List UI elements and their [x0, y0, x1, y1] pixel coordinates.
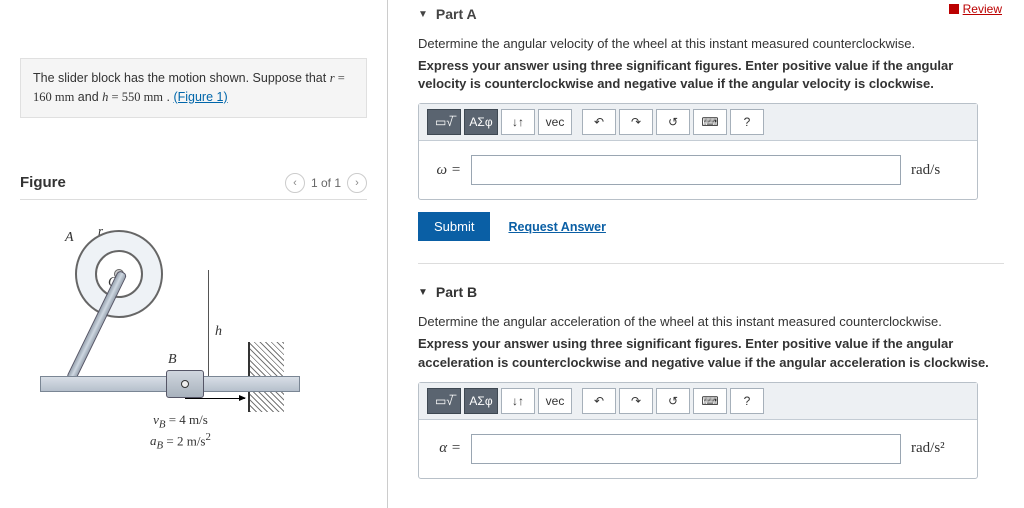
and-text: and: [74, 90, 102, 104]
dimension-h-line: [208, 270, 209, 378]
redo-button[interactable]: ↷: [619, 109, 653, 135]
label-A: A: [65, 230, 74, 246]
templates-icon: ▭√̅: [435, 394, 453, 408]
part-b-var-label: α =: [435, 440, 461, 457]
review-label: Review: [963, 2, 1002, 16]
templates-icon: ▭√̅: [435, 115, 453, 129]
greek-button[interactable]: ΑΣφ: [464, 109, 498, 135]
flag-icon: [949, 4, 959, 14]
label-B: B: [168, 352, 177, 368]
part-b-section: ▼ Part B Determine the angular accelerat…: [418, 263, 1004, 478]
slider-pin: [181, 380, 189, 388]
part-b-format: Express your answer using three signific…: [418, 335, 1004, 371]
figure-pager: ‹ 1 of 1 ›: [285, 173, 367, 193]
redo-button[interactable]: ↷: [619, 388, 653, 414]
help-button[interactable]: ?: [730, 388, 764, 414]
caret-down-icon: ▼: [418, 9, 428, 20]
h-unit: mm: [144, 90, 163, 104]
part-a-instruction: Determine the angular velocity of the wh…: [418, 36, 1004, 51]
subsup-button[interactable]: ↓↑: [501, 109, 535, 135]
label-h: h: [215, 324, 222, 340]
part-a-header[interactable]: ▼ Part A: [418, 6, 1004, 22]
velocity-arrow-icon: [185, 398, 245, 399]
part-a-submit-row: Submit Request Answer: [418, 212, 1004, 241]
part-a-unit: rad/s: [911, 162, 961, 179]
vec-button[interactable]: vec: [538, 109, 572, 135]
part-b-instruction: Determine the angular acceleration of th…: [418, 314, 1004, 329]
help-button[interactable]: ?: [730, 109, 764, 135]
caret-down-icon: ▼: [418, 287, 428, 298]
pager-prev-button[interactable]: ‹: [285, 173, 305, 193]
keyboard-button[interactable]: ⌨: [693, 109, 727, 135]
part-a-answer-box: ▭√̅ ΑΣφ ↓↑ vec ↶ ↷ ↺ ⌨ ? ω = rad/s: [418, 103, 978, 200]
figure-link[interactable]: (Figure 1): [173, 90, 227, 104]
figure-header: Figure ‹ 1 of 1 ›: [20, 173, 367, 200]
part-b-title: Part B: [436, 284, 477, 300]
part-b-answer-box: ▭√̅ ΑΣφ ↓↑ vec ↶ ↷ ↺ ⌨ ? α = rad/s²: [418, 382, 978, 479]
keyboard-button[interactable]: ⌨: [693, 388, 727, 414]
part-b-answer-input[interactable]: [471, 434, 901, 464]
figure-title: Figure: [20, 174, 66, 191]
templates-button[interactable]: ▭√̅: [427, 388, 461, 414]
problem-statement: The slider block has the motion shown. S…: [20, 58, 367, 118]
vec-button[interactable]: vec: [538, 388, 572, 414]
part-b-toolbar: ▭√̅ ΑΣφ ↓↑ vec ↶ ↷ ↺ ⌨ ?: [419, 383, 977, 420]
request-answer-link[interactable]: Request Answer: [508, 220, 605, 234]
slider-block: [166, 370, 204, 398]
undo-button[interactable]: ↶: [582, 109, 616, 135]
part-a-title: Part A: [436, 6, 477, 22]
main-layout: The slider block has the motion shown. S…: [0, 0, 1024, 508]
reset-button[interactable]: ↺: [656, 109, 690, 135]
undo-button[interactable]: ↶: [582, 388, 616, 414]
h-eq: = 550: [108, 90, 143, 104]
part-b-header[interactable]: ▼ Part B: [418, 284, 1004, 300]
part-b-unit: rad/s²: [911, 440, 961, 457]
part-a-toolbar: ▭√̅ ΑΣφ ↓↑ vec ↶ ↷ ↺ ⌨ ?: [419, 104, 977, 141]
part-a-answer-row: ω = rad/s: [419, 155, 977, 185]
period: .: [163, 90, 173, 104]
pager-next-button[interactable]: ›: [347, 173, 367, 193]
problem-text: The slider block has the motion shown. S…: [33, 71, 330, 85]
label-r: r: [98, 223, 103, 239]
part-b-answer-row: α = rad/s²: [419, 434, 977, 464]
part-a-var-label: ω =: [435, 162, 461, 179]
part-a-answer-input[interactable]: [471, 155, 901, 185]
pager-count: 1 of 1: [311, 176, 341, 190]
motion-labels: vB = 4 m/s aB = 2 m/s2: [150, 412, 211, 453]
left-column: The slider block has the motion shown. S…: [0, 0, 388, 508]
subsup-button[interactable]: ↓↑: [501, 388, 535, 414]
reset-button[interactable]: ↺: [656, 388, 690, 414]
review-link[interactable]: Review: [949, 2, 1002, 16]
templates-button[interactable]: ▭√̅: [427, 109, 461, 135]
greek-button[interactable]: ΑΣφ: [464, 388, 498, 414]
right-column: ▼ Part A Determine the angular velocity …: [388, 0, 1024, 508]
submit-button[interactable]: Submit: [418, 212, 490, 241]
r-unit: mm: [55, 90, 74, 104]
figure-diagram: h A r C B vB = 4 m/s aB = 2 m/s2: [40, 220, 290, 450]
part-a-format: Express your answer using three signific…: [418, 57, 1004, 93]
